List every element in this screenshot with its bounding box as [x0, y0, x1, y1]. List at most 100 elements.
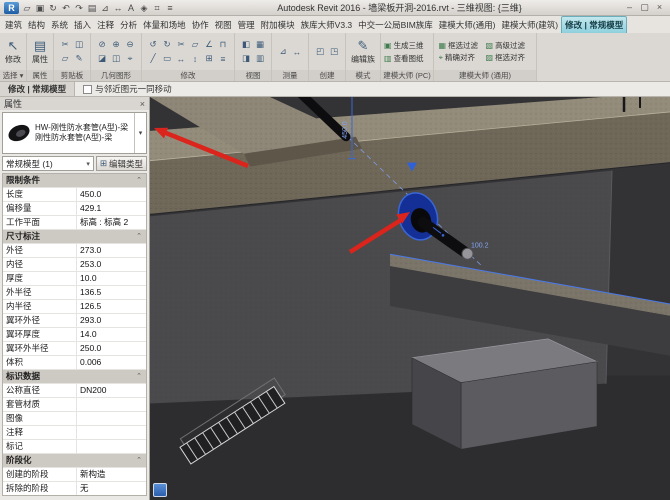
- app-menu-button[interactable]: R: [4, 2, 19, 14]
- panel-label-mode[interactable]: 模式: [346, 70, 380, 81]
- ribbon-tab[interactable]: 修改 | 常规模型: [561, 16, 627, 33]
- property-value[interactable]: 450.0: [77, 188, 146, 201]
- clipboard-tool-icon[interactable]: ◫: [73, 38, 86, 51]
- property-row[interactable]: 公称直径 DN200: [3, 384, 146, 398]
- modify-tool-icon[interactable]: ↕: [189, 52, 202, 65]
- bim-master-pc-button[interactable]: ▥查看图纸: [384, 53, 430, 64]
- property-row[interactable]: 图像: [3, 412, 146, 426]
- property-value[interactable]: 标高 : 标高 2: [77, 216, 146, 229]
- text-icon[interactable]: A: [125, 2, 137, 14]
- geometry-tool-icon[interactable]: ⌖: [124, 52, 137, 65]
- section-icon[interactable]: ⌗: [151, 2, 163, 14]
- geometry-tool-icon[interactable]: ⊘: [96, 38, 109, 51]
- panel-label-create[interactable]: 创建: [309, 70, 345, 81]
- dimension-text-offset[interactable]: 100.2: [471, 242, 489, 249]
- measure-icon[interactable]: ⊿: [99, 2, 111, 14]
- property-row[interactable]: 阶段化: [3, 454, 146, 468]
- modify-tool-icon[interactable]: ✂: [175, 38, 188, 51]
- property-row[interactable]: 尺寸标注: [3, 230, 146, 244]
- property-value[interactable]: [77, 398, 146, 411]
- 3d-view-icon[interactable]: ◈: [138, 2, 150, 14]
- redo-icon[interactable]: ↷: [73, 2, 85, 14]
- sync-icon[interactable]: ↻: [47, 2, 59, 14]
- measure-tool-icon[interactable]: ↔: [291, 45, 304, 58]
- property-row[interactable]: 偏移量 429.1: [3, 202, 146, 216]
- property-row[interactable]: 内半径 126.5: [3, 300, 146, 314]
- property-value[interactable]: 0.006: [77, 356, 146, 369]
- panel-label-measure[interactable]: 测量: [272, 70, 308, 81]
- bim-master-general-button[interactable]: ▦框选过滤: [439, 40, 485, 51]
- property-row[interactable]: 注释: [3, 426, 146, 440]
- property-row[interactable]: 套管材质: [3, 398, 146, 412]
- modify-tool-icon[interactable]: ⊓: [217, 38, 230, 51]
- property-row[interactable]: 标识数据: [3, 370, 146, 384]
- bim-master-pc-button[interactable]: ▣生成三维: [384, 40, 430, 51]
- ribbon-tab[interactable]: 协作: [189, 17, 212, 33]
- modify-tool-icon[interactable]: ≡: [217, 52, 230, 65]
- property-row[interactable]: 翼环外径 293.0: [3, 314, 146, 328]
- property-row[interactable]: 拆除的阶段 无: [3, 482, 146, 495]
- ribbon-tab[interactable]: 管理: [235, 17, 258, 33]
- print-icon[interactable]: ▤: [86, 2, 98, 14]
- close-icon[interactable]: ×: [140, 99, 145, 109]
- property-row[interactable]: 工作平面 标高 : 标高 2: [3, 216, 146, 230]
- property-value[interactable]: 126.5: [77, 300, 146, 313]
- property-row[interactable]: 厚度 10.0: [3, 272, 146, 286]
- maximize-button[interactable]: ▢: [638, 2, 651, 13]
- modify-tool-icon[interactable]: ↔: [175, 52, 188, 65]
- property-value[interactable]: 10.0: [77, 272, 146, 285]
- property-row[interactable]: 标记: [3, 440, 146, 454]
- property-row[interactable]: 创建的阶段 新构造: [3, 468, 146, 482]
- property-value[interactable]: 250.0: [77, 342, 146, 355]
- modify-tool-icon[interactable]: ↻: [161, 38, 174, 51]
- panel-label-view[interactable]: 视图: [235, 70, 271, 81]
- property-value[interactable]: 253.0: [77, 258, 146, 271]
- panel-label-bim-master-pc[interactable]: 建模大师 (PC): [381, 70, 433, 81]
- bim-master-general-button[interactable]: ▧高级过滤: [486, 40, 532, 51]
- property-row[interactable]: 翼环外半径 250.0: [3, 342, 146, 356]
- geometry-tool-icon[interactable]: ⊖: [124, 38, 137, 51]
- clipboard-tool-icon[interactable]: ▱: [59, 52, 72, 65]
- property-row[interactable]: 体积 0.006: [3, 356, 146, 370]
- ribbon-tab[interactable]: 建模大师(建筑): [498, 17, 561, 33]
- property-row[interactable]: 长度 450.0: [3, 188, 146, 202]
- property-row[interactable]: 限制条件: [3, 174, 146, 188]
- ribbon-tab[interactable]: 注释: [94, 17, 117, 33]
- 3d-viewport[interactable]: 450.0 100.2: [150, 97, 670, 500]
- view-control-icon[interactable]: [153, 483, 167, 497]
- property-row[interactable]: 外半径 136.5: [3, 286, 146, 300]
- bim-master-general-button[interactable]: ⌖精确对齐: [439, 52, 485, 63]
- thin-lines-icon[interactable]: ≡: [164, 2, 176, 14]
- property-row[interactable]: 翼环厚度 14.0: [3, 328, 146, 342]
- close-button[interactable]: ×: [653, 2, 666, 13]
- property-row[interactable]: 内径 253.0: [3, 258, 146, 272]
- ribbon-tab[interactable]: 族库大师V3.3: [298, 17, 356, 33]
- property-value[interactable]: DN200: [77, 384, 146, 397]
- clipboard-tool-icon[interactable]: ✎: [73, 52, 86, 65]
- pipe-end-cap[interactable]: [462, 248, 473, 259]
- edit-type-button[interactable]: ⊞ 编辑类型: [96, 156, 147, 171]
- move-with-nearby-checkbox[interactable]: 与邻近图元一同移动: [75, 83, 172, 95]
- property-value[interactable]: 14.0: [77, 328, 146, 341]
- ribbon-tab[interactable]: 建筑: [2, 17, 25, 33]
- view-tool-icon[interactable]: ▥: [254, 52, 267, 65]
- property-value[interactable]: [77, 426, 146, 439]
- bim-master-general-button[interactable]: ▨框选对齐: [486, 52, 532, 63]
- ribbon-tab[interactable]: 结构: [25, 17, 48, 33]
- ribbon-tab[interactable]: 建模大师(通用): [436, 17, 499, 33]
- panel-label-clipboard[interactable]: 剪贴板: [54, 70, 90, 81]
- aligned-dimension-icon[interactable]: ↔: [112, 2, 124, 14]
- ribbon-tab[interactable]: 视图: [212, 17, 235, 33]
- property-value[interactable]: [77, 412, 146, 425]
- panel-label-geometry[interactable]: 几何图形: [91, 70, 141, 81]
- panel-label-modify[interactable]: 修改: [142, 70, 234, 81]
- type-count-dropdown[interactable]: 常规模型 (1) ▾: [2, 156, 94, 171]
- modify-button[interactable]: ↖修改: [3, 39, 23, 65]
- create-tool-icon[interactable]: ◳: [328, 45, 341, 58]
- view-tool-icon[interactable]: ◧: [240, 38, 253, 51]
- panel-label-select[interactable]: 选择 ▾: [0, 70, 26, 81]
- undo-icon[interactable]: ↶: [60, 2, 72, 14]
- property-value[interactable]: 293.0: [77, 314, 146, 327]
- ribbon-tab[interactable]: 系统: [48, 17, 71, 33]
- chevron-down-icon[interactable]: ▾: [134, 113, 146, 153]
